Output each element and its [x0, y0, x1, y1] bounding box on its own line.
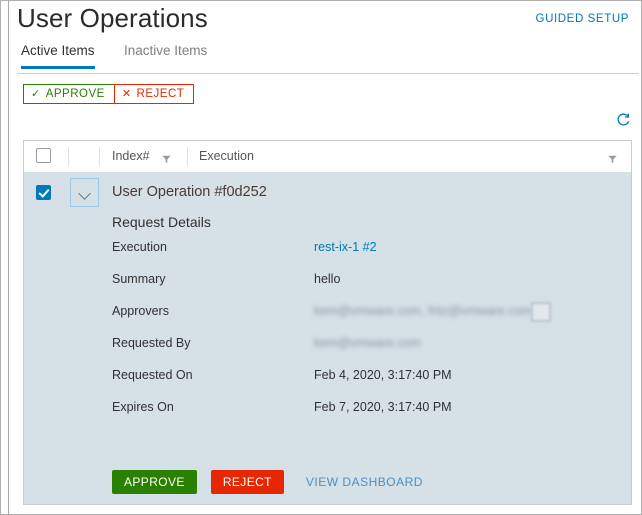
detail-row-execution: Execution rest-ix-1 #2: [112, 240, 621, 262]
row-checkbox[interactable]: [36, 185, 51, 200]
select-all-checkbox[interactable]: [36, 148, 51, 163]
check-icon: ✓: [31, 87, 41, 100]
detail-row-expires-on: Expires On Feb 7, 2020, 3:17:40 PM: [112, 400, 621, 422]
left-rail: [1, 1, 9, 514]
chevron-down-icon: [78, 187, 91, 200]
close-icon: ✕: [121, 87, 132, 100]
row-title: User Operation #f0d252: [112, 184, 267, 200]
column-header-execution[interactable]: Execution: [199, 149, 254, 163]
filter-icon-execution[interactable]: [608, 151, 617, 164]
detail-label-expires-on: Expires On: [112, 400, 174, 414]
approve-button-toolbar[interactable]: ✓ APPROVE: [23, 84, 114, 104]
refresh-icon[interactable]: [615, 112, 631, 128]
action-bar: ✓ APPROVE ✕ REJECT: [17, 74, 641, 114]
detail-value-approvers: kem@vmware.com, fritz@vmware.com: [314, 304, 532, 318]
filter-icon-index[interactable]: [162, 151, 171, 164]
tab-active-items[interactable]: Active Items: [21, 43, 95, 69]
detail-label-approvers: Approvers: [112, 304, 169, 318]
approve-button-toolbar-label: APPROVE: [45, 88, 105, 100]
datagrid-header: Index# Execution: [24, 141, 631, 173]
header-divider-3: [187, 147, 188, 166]
detail-row-requested-on: Requested On Feb 4, 2020, 3:17:40 PM: [112, 368, 621, 390]
row-expand-toggle[interactable]: [70, 178, 99, 207]
detail-value-requested-by: kem@vmware.com: [314, 336, 422, 350]
detail-label-requested-on: Requested On: [112, 368, 193, 382]
detail-label-execution: Execution: [112, 240, 167, 254]
header-divider-1: [68, 147, 69, 166]
datagrid-card: Index# Execution User Operation #f0d252 …: [23, 140, 632, 505]
detail-value-requested-on: Feb 4, 2020, 3:17:40 PM: [314, 368, 452, 382]
column-header-index[interactable]: Index#: [112, 149, 150, 163]
row-action-bar: APPROVE REJECT VIEW DASHBOARD: [112, 470, 423, 494]
detail-label-summary: Summary: [112, 272, 166, 286]
header-divider-2: [99, 147, 100, 166]
bulk-action-group: ✓ APPROVE ✕ REJECT: [23, 84, 195, 104]
detail-row-requested-by: Requested By kem@vmware.com: [112, 336, 621, 358]
detail-value-expires-on: Feb 7, 2020, 3:17:40 PM: [314, 400, 452, 414]
page-header: User Operations GUIDED SETUP: [9, 1, 641, 43]
request-details-title: Request Details: [112, 214, 211, 230]
detail-value-execution[interactable]: rest-ix-1 #2: [314, 240, 377, 254]
view-dashboard-link[interactable]: VIEW DASHBOARD: [306, 475, 423, 489]
tab-bar: Active Items Inactive Items: [17, 43, 639, 74]
reject-button-toolbar[interactable]: ✕ REJECT: [113, 84, 195, 104]
refresh-row: [17, 112, 641, 134]
detail-row-approvers: Approvers kem@vmware.com, fritz@vmware.c…: [112, 302, 621, 326]
table-row: User Operation #f0d252 Request Details E…: [24, 172, 631, 504]
detail-label-requested-by: Requested By: [112, 336, 191, 350]
approvers-badge-icon: [531, 302, 551, 322]
row-header: User Operation #f0d252: [24, 172, 631, 214]
reject-button-toolbar-label: REJECT: [136, 88, 185, 100]
page-title: User Operations: [17, 3, 208, 33]
detail-value-summary: hello: [314, 272, 341, 286]
page-content: User Operations GUIDED SETUP Active Item…: [9, 1, 641, 514]
detail-row-summary: Summary hello: [112, 272, 621, 294]
tab-inactive-items[interactable]: Inactive Items: [124, 43, 207, 66]
user-operations-window: User Operations GUIDED SETUP Active Item…: [0, 0, 642, 515]
approve-button[interactable]: APPROVE: [112, 470, 197, 494]
reject-button[interactable]: REJECT: [210, 470, 284, 494]
guided-setup-link[interactable]: GUIDED SETUP: [536, 13, 629, 25]
